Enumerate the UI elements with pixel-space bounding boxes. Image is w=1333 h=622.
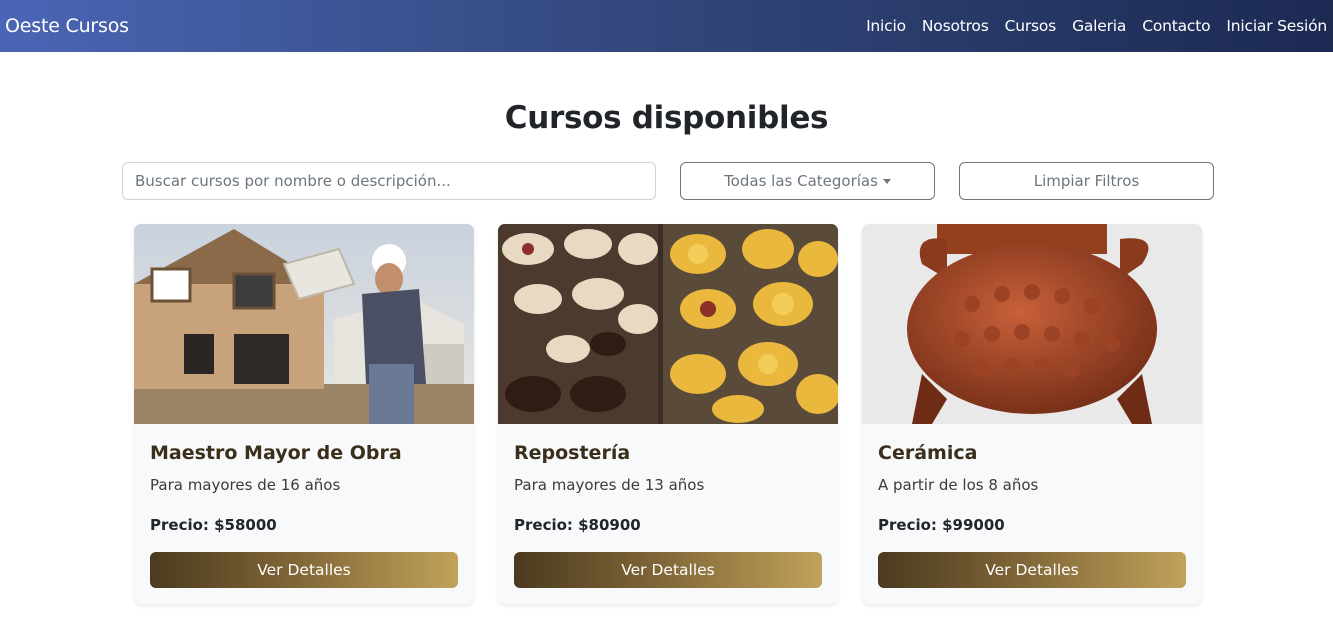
navbar: Oeste Cursos Inicio Nosotros Cursos Gale… (0, 0, 1333, 52)
nav-link-inicio[interactable]: Inicio (866, 17, 906, 35)
search-input[interactable] (122, 162, 656, 200)
view-details-button[interactable]: Ver Detalles (150, 552, 458, 588)
course-image-pastries (498, 224, 838, 424)
category-dropdown-label: Todas las Categorías (724, 172, 878, 190)
nav-link-nosotros[interactable]: Nosotros (922, 17, 989, 35)
course-description: A partir de los 8 años (878, 476, 1039, 494)
course-price: Precio: $99000 (878, 516, 1005, 534)
course-description: Para mayores de 16 años (150, 476, 341, 494)
view-details-button[interactable]: Ver Detalles (514, 552, 822, 588)
course-card: Repostería Para mayores de 13 años Preci… (498, 224, 838, 604)
brand-logo-link[interactable]: Oeste Cursos (5, 15, 129, 37)
category-dropdown-button[interactable]: Todas las Categorías (680, 162, 935, 200)
course-image-ceramics (862, 224, 1202, 424)
pastries-photo (498, 224, 838, 424)
course-description: Para mayores de 13 años (514, 476, 705, 494)
course-title: Cerámica (878, 442, 978, 464)
view-details-button[interactable]: Ver Detalles (878, 552, 1186, 588)
nav-link-galeria[interactable]: Galeria (1072, 17, 1126, 35)
nav-link-contacto[interactable]: Contacto (1142, 17, 1210, 35)
course-title: Repostería (514, 442, 631, 464)
caret-down-icon (882, 178, 891, 184)
course-price: Precio: $80900 (514, 516, 641, 534)
course-card: Maestro Mayor de Obra Para mayores de 16… (134, 224, 474, 604)
nav-link-iniciar-sesion[interactable]: Iniciar Sesión (1226, 17, 1327, 35)
course-card: Cerámica A partir de los 8 años Precio: … (862, 224, 1202, 604)
page-title: Cursos disponibles (504, 100, 829, 136)
course-title: Maestro Mayor de Obra (150, 442, 402, 464)
clay-pot-photo (862, 224, 1202, 424)
nav-links: Inicio Nosotros Cursos Galeria Contacto … (850, 17, 1327, 35)
construction-worker-photo (134, 224, 474, 424)
nav-link-cursos[interactable]: Cursos (1005, 17, 1057, 35)
course-image-construction (134, 224, 474, 424)
clear-filters-button[interactable]: Limpiar Filtros (959, 162, 1214, 200)
course-price: Precio: $58000 (150, 516, 277, 534)
